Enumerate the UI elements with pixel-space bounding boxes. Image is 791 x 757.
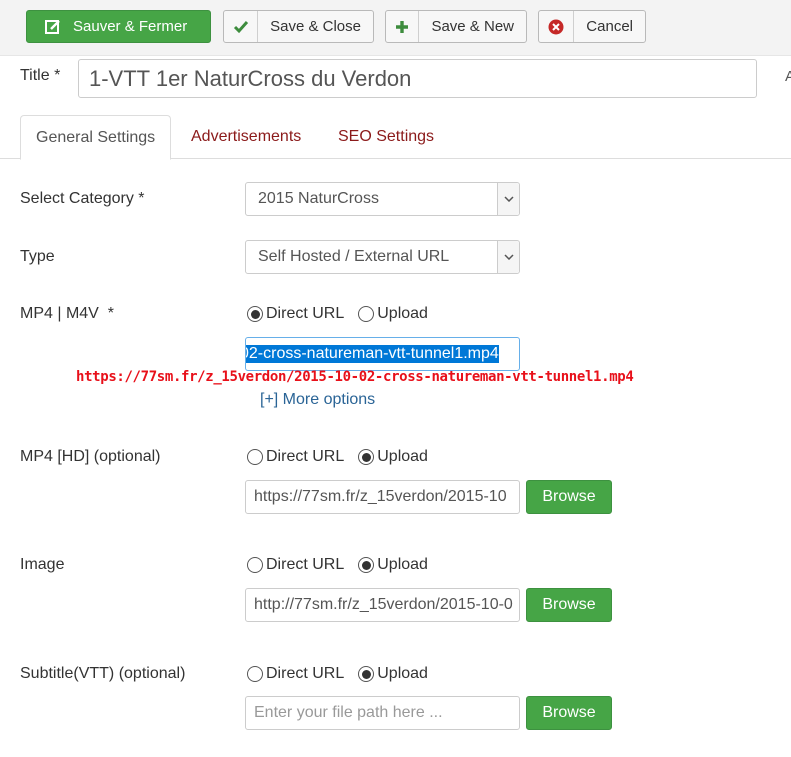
url-annotation: https://77sm.fr/z_15verdon/2015-10-02-cr… — [76, 369, 634, 385]
category-label: Select Category * — [20, 190, 145, 207]
chevron-down-icon — [497, 183, 519, 215]
mp4-source-radios: Direct URL Upload — [247, 305, 428, 323]
subtitle-browse-button[interactable]: Browse — [526, 696, 612, 730]
type-select[interactable]: Self Hosted / External URL — [245, 240, 520, 274]
radio-circle — [247, 557, 263, 573]
image-label: Image — [20, 556, 65, 573]
radio-circle — [247, 306, 263, 322]
image-upload-label: Upload — [377, 556, 428, 573]
save-close-label: Save & Close — [270, 18, 361, 35]
type-value: Self Hosted / External URL — [258, 248, 450, 265]
radio-circle — [358, 449, 375, 465]
radio-dot — [361, 560, 371, 570]
category-value: 2015 NaturCross — [258, 190, 379, 207]
mp4-direct-url-radio[interactable]: Direct URL — [247, 305, 344, 323]
tab-bar: General Settings Advertisements SEO Sett… — [0, 115, 791, 160]
save-new-label: Save & New — [431, 18, 514, 35]
image-direct-url-label: Direct URL — [266, 556, 345, 573]
image-browse-button[interactable]: Browse — [526, 588, 612, 622]
mp4-direct-url-label: Direct URL — [266, 305, 345, 322]
mp4-hd-label: MP4 [HD] (optional) — [20, 448, 161, 465]
category-select[interactable]: 2015 NaturCross — [245, 182, 520, 216]
chevron-down-icon — [497, 241, 519, 273]
mp4-label: MP4 | M4V * — [20, 305, 114, 322]
title-input[interactable]: 1-VTT 1er NaturCross du Verdon — [78, 59, 757, 98]
tab-advertisements[interactable]: Advertisements — [191, 115, 301, 159]
subtitle-source-radios: Direct URL Upload — [247, 665, 428, 683]
title-label: Title * — [20, 67, 61, 84]
cancel-label: Cancel — [586, 18, 633, 35]
radio-circle — [358, 557, 375, 573]
image-direct-url-radio[interactable]: Direct URL — [247, 556, 344, 574]
toolbar: Sauver & Fermer Save & Close Save & New … — [0, 0, 791, 56]
subtitle-upload-label: Upload — [377, 665, 428, 682]
save-close-button[interactable]: Save & Close — [223, 10, 374, 43]
image-path-input[interactable]: http://77sm.fr/z_15verdon/2015-10-0 — [245, 588, 520, 622]
plus-icon — [386, 11, 420, 42]
mp4-hd-source-radios: Direct URL Upload — [247, 448, 428, 466]
radio-dot — [361, 452, 371, 462]
mp4-hd-direct-url-label: Direct URL — [266, 448, 345, 465]
image-source-radios: Direct URL Upload — [247, 556, 428, 574]
cancel-icon — [539, 11, 575, 42]
edit-icon — [39, 11, 67, 42]
subtitle-label: Subtitle(VTT) (optional) — [20, 665, 186, 682]
cutoff-label: A — [785, 68, 791, 85]
cancel-button[interactable]: Cancel — [538, 10, 646, 43]
subtitle-direct-url-radio[interactable]: Direct URL — [247, 665, 344, 683]
radio-circle — [247, 666, 263, 682]
tab-seo-settings[interactable]: SEO Settings — [338, 115, 434, 159]
radio-circle — [247, 449, 263, 465]
subtitle-upload-radio[interactable]: Upload — [358, 665, 428, 683]
mp4-hd-upload-label: Upload — [377, 448, 428, 465]
check-icon — [224, 11, 259, 42]
radio-circle — [358, 306, 375, 322]
mp4-url-input[interactable]: 02-cross-natureman-vtt-tunnel1.mp4 — [245, 337, 520, 371]
save-close-fr-label: Sauver & Fermer — [73, 18, 188, 35]
mp4-upload-radio[interactable]: Upload — [358, 305, 428, 323]
subtitle-direct-url-label: Direct URL — [266, 665, 345, 682]
save-new-button[interactable]: Save & New — [385, 10, 527, 43]
mp4-hd-path-input[interactable]: https://77sm.fr/z_15verdon/2015-10 — [245, 480, 520, 514]
image-upload-radio[interactable]: Upload — [358, 556, 428, 574]
save-close-fr-button[interactable]: Sauver & Fermer — [26, 10, 211, 43]
tab-general-settings[interactable]: General Settings — [20, 115, 172, 160]
mp4-hd-direct-url-radio[interactable]: Direct URL — [247, 448, 344, 466]
type-label: Type — [20, 248, 55, 265]
radio-dot — [250, 309, 260, 319]
radio-circle — [358, 666, 375, 682]
mp4-hd-browse-button[interactable]: Browse — [526, 480, 612, 514]
mp4-url-selected-text: 02-cross-natureman-vtt-tunnel1.mp4 — [246, 345, 499, 363]
subtitle-path-input[interactable]: Enter your file path here ... — [245, 696, 520, 730]
mp4-upload-label: Upload — [377, 305, 428, 322]
more-options-link[interactable]: [+] More options — [260, 391, 375, 409]
mp4-hd-upload-radio[interactable]: Upload — [358, 448, 428, 466]
radio-dot — [361, 669, 371, 679]
